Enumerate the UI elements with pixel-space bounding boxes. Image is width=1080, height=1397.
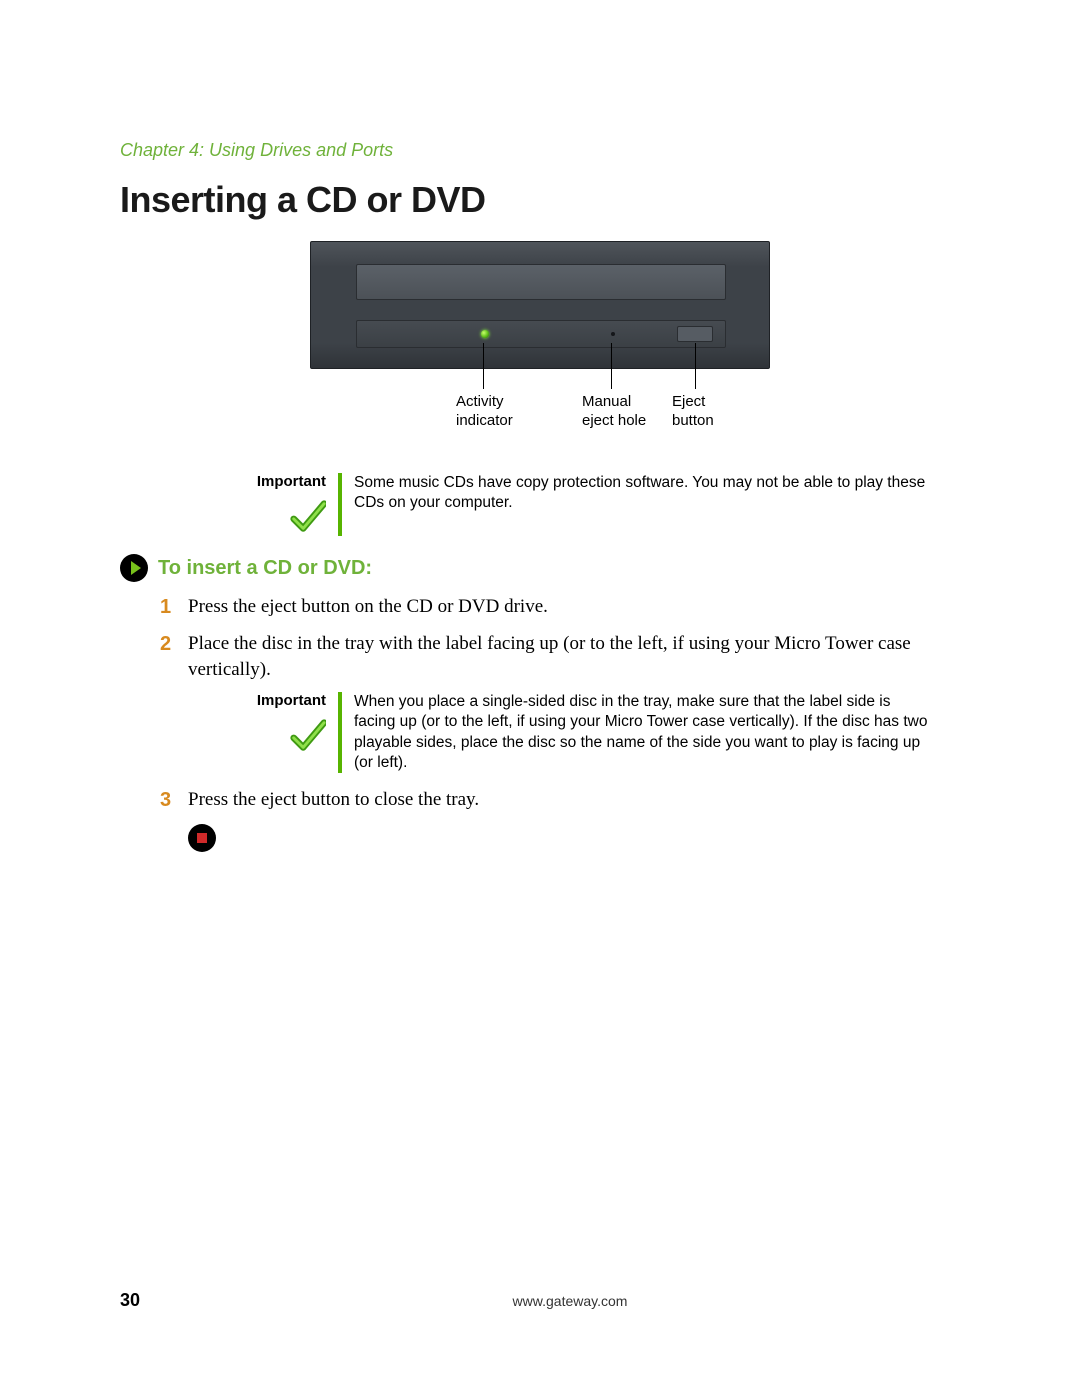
checkmark-icon	[288, 717, 326, 755]
eject-button-icon	[677, 326, 713, 342]
optical-drive-image	[310, 241, 770, 369]
important-label: Important	[257, 692, 326, 709]
footer-url: www.gateway.com	[180, 1293, 960, 1309]
page-number: 30	[120, 1290, 180, 1311]
step-3: 3 Press the eject button to close the tr…	[160, 787, 960, 814]
step-text: Press the eject button on the CD or DVD …	[188, 594, 960, 621]
step-1: 1 Press the eject button on the CD or DV…	[160, 594, 960, 621]
drive-tray	[356, 264, 726, 300]
page-footer: 30 www.gateway.com	[120, 1290, 960, 1311]
drive-panel	[356, 320, 726, 348]
chapter-header: Chapter 4: Using Drives and Ports	[120, 140, 960, 161]
stop-icon	[188, 824, 216, 852]
callout-line	[695, 343, 696, 389]
step-number: 1	[160, 594, 188, 621]
page-content: Chapter 4: Using Drives and Ports Insert…	[120, 140, 960, 852]
important-label: Important	[257, 473, 326, 490]
important-note: Important When you place a single-sided …	[230, 692, 930, 773]
step-text: Press the eject button to close the tray…	[188, 787, 960, 814]
important-note: Important Some music CDs have copy prote…	[230, 473, 930, 536]
important-text: When you place a single-sided disc in th…	[342, 692, 930, 773]
play-icon	[120, 554, 148, 582]
activity-led-icon	[481, 330, 489, 338]
procedure-heading: To insert a CD or DVD:	[120, 554, 960, 582]
procedure-title: To insert a CD or DVD:	[158, 557, 372, 580]
step-2: 2 Place the disc in the tray with the la…	[160, 631, 960, 682]
step-number: 2	[160, 631, 188, 682]
figure-callouts: Activity indicator Manual eject hole Eje…	[310, 377, 770, 457]
callout-activity: Activity indicator	[456, 393, 576, 431]
callout-line	[611, 343, 612, 389]
checkmark-icon	[288, 498, 326, 536]
callout-line	[483, 343, 484, 389]
important-text: Some music CDs have copy protection soft…	[342, 473, 930, 536]
callout-eject-button: Eject button	[672, 393, 792, 431]
step-text: Place the disc in the tray with the labe…	[188, 631, 960, 682]
manual-eject-hole-icon	[611, 332, 615, 336]
page-title: Inserting a CD or DVD	[120, 179, 960, 221]
drive-figure	[310, 241, 770, 369]
step-number: 3	[160, 787, 188, 814]
